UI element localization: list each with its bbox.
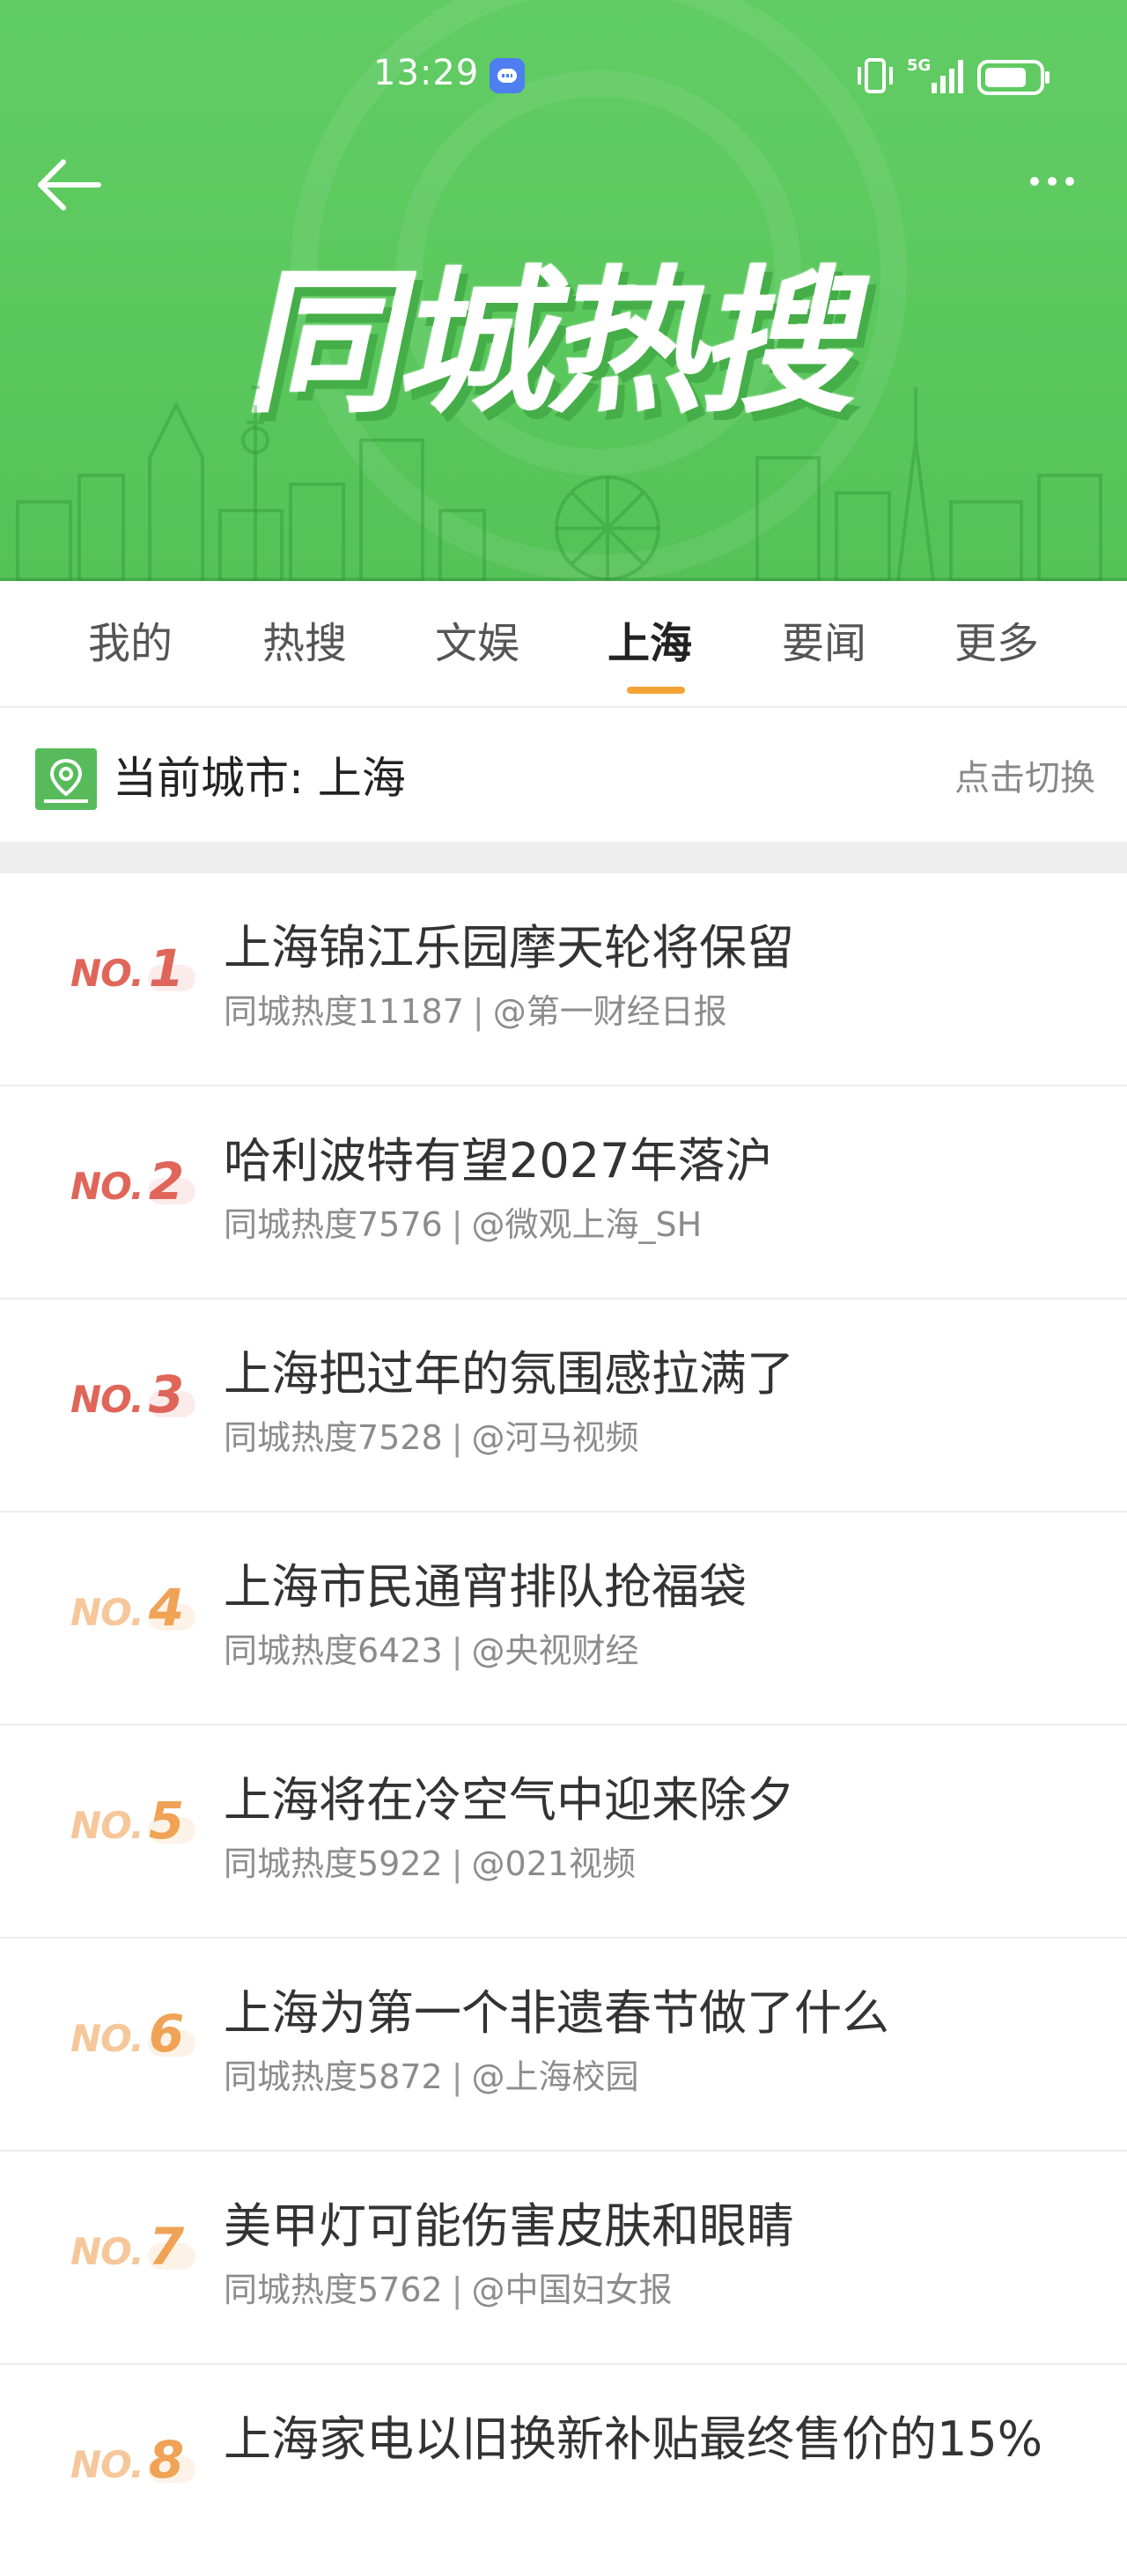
- item-title: 上海将在冷空气中迎来除夕: [224, 1772, 794, 1828]
- rank-badge: NO. 8: [70, 2430, 195, 2500]
- rank-prefix: NO.: [70, 1591, 144, 1634]
- list-item[interactable]: NO. 1 上海锦江乐园摩天轮将保留 同城热度11187 | @第一财经日报: [0, 873, 1127, 1086]
- more-icon[interactable]: [1030, 173, 1092, 199]
- source-account: @第一财经日报: [492, 992, 727, 1031]
- list-item[interactable]: NO. 5 上海将在冷空气中迎来除夕 同城热度5922 | @021视频: [0, 1726, 1127, 1939]
- switch-city-button[interactable]: 点击切换: [954, 708, 1095, 849]
- tab-mine[interactable]: 我的: [69, 581, 192, 706]
- heat-value: 同城热度5872: [224, 2057, 443, 2096]
- list-item[interactable]: NO. 6 上海为第一个非遗春节做了什么 同城热度5872 | @上海校园: [0, 1939, 1127, 2152]
- source-account: @上海校园: [471, 2057, 639, 2096]
- item-title: 美甲灯可能伤害皮肤和眼睛: [224, 2198, 794, 2254]
- item-meta: 同城热度7528 | @河马视频: [224, 1410, 639, 1459]
- item-title: 哈利波特有望2027年落沪: [224, 1133, 773, 1189]
- source-account: @河马视频: [471, 1418, 639, 1457]
- meta-separator: |: [451, 2057, 463, 2096]
- item-meta: 同城热度5922 | @021视频: [224, 1836, 636, 1885]
- tab-label: 文娱: [434, 619, 519, 668]
- back-arrow-icon[interactable]: [33, 157, 104, 213]
- rank-badge: NO. 7: [70, 2217, 195, 2287]
- tab-more[interactable]: 更多: [935, 581, 1058, 706]
- tab-label: 我的: [87, 619, 173, 668]
- rank-badge: NO. 4: [70, 1578, 195, 1648]
- rank-badge: NO. 2: [70, 1152, 195, 1222]
- item-title: 上海为第一个非遗春节做了什么: [224, 1985, 889, 2041]
- current-city-row: 当前城市: 上海 点击切换: [0, 708, 1127, 842]
- hot-search-list: NO. 1 上海锦江乐园摩天轮将保留 同城热度11187 | @第一财经日报 NO. 2…: [0, 873, 1127, 2576]
- item-meta: 同城热度6423 | @央视财经: [224, 1623, 639, 1672]
- item-meta: [224, 2476, 241, 2514]
- tab-label: 上海: [607, 619, 692, 668]
- rank-badge: NO. 1: [70, 938, 195, 1009]
- location-pin-icon: [35, 748, 97, 810]
- rank-prefix: NO.: [70, 952, 144, 995]
- tab-news[interactable]: 要闻: [762, 581, 886, 706]
- item-meta: 同城热度5872 | @上海校园: [224, 2050, 639, 2098]
- rank-badge: NO. 6: [70, 2004, 195, 2074]
- item-title: 上海家电以旧换新补贴最终售价的15%: [224, 2411, 1043, 2467]
- current-city-label: 当前城市: 上海: [113, 753, 406, 804]
- message-icon: [490, 58, 525, 93]
- item-title: 上海市民通宵排队抢福袋: [224, 1559, 747, 1615]
- rank-prefix: NO.: [70, 2230, 144, 2273]
- rank-badge: NO. 5: [70, 1791, 195, 1861]
- source-account: @021视频: [471, 1844, 637, 1883]
- status-time: 13:29: [373, 53, 480, 93]
- tab-hot[interactable]: 热搜: [243, 581, 366, 706]
- heat-value: 同城热度5762: [224, 2271, 443, 2309]
- rank-prefix: NO.: [70, 2017, 144, 2060]
- tab-label: 更多: [954, 619, 1039, 668]
- battery-icon: [977, 60, 1050, 95]
- item-title: 上海锦江乐园摩天轮将保留: [224, 920, 794, 975]
- header-banner: 13:29 5G 同城热搜: [0, 0, 1127, 581]
- list-item[interactable]: NO. 4 上海市民通宵排队抢福袋 同城热度6423 | @央视财经: [0, 1512, 1127, 1726]
- category-tabs: 我的 热搜 文娱 上海 要闻 更多: [0, 581, 1127, 708]
- tab-label: 要闻: [781, 619, 866, 668]
- rank-prefix: NO.: [70, 1165, 144, 1208]
- meta-separator: |: [472, 992, 484, 1031]
- heat-value: 同城热度11187: [224, 992, 464, 1031]
- heat-value: 同城热度7528: [224, 1418, 443, 1457]
- vibrate-icon: [858, 58, 893, 93]
- source-account: @央视财经: [471, 1631, 639, 1670]
- rank-badge: NO. 3: [70, 1365, 195, 1435]
- signal-icon: 5G: [907, 56, 963, 93]
- list-item[interactable]: NO. 3 上海把过年的氛围感拉满了 同城热度7528 | @河马视频: [0, 1299, 1127, 1512]
- list-item[interactable]: NO. 2 哈利波特有望2027年落沪 同城热度7576 | @微观上海_SH: [0, 1086, 1127, 1299]
- status-bar: 13:29 5G: [0, 51, 1127, 104]
- list-item[interactable]: NO. 7 美甲灯可能伤害皮肤和眼睛 同城热度5762 | @中国妇女报: [0, 2152, 1127, 2365]
- meta-separator: |: [451, 1844, 463, 1883]
- meta-separator: |: [451, 1631, 463, 1670]
- item-meta: 同城热度7576 | @微观上海_SH: [224, 1197, 702, 1246]
- tab-shanghai[interactable]: 上海: [588, 581, 711, 706]
- rank-prefix: NO.: [70, 2443, 144, 2486]
- heat-value: 同城热度7576: [224, 1205, 443, 1244]
- item-meta: 同城热度5762 | @中国妇女报: [224, 2263, 673, 2311]
- rank-prefix: NO.: [70, 1804, 144, 1847]
- tab-entertainment[interactable]: 文娱: [416, 581, 539, 706]
- list-item[interactable]: NO. 8 上海家电以旧换新补贴最终售价的15%: [0, 2365, 1127, 2576]
- meta-separator: |: [451, 1418, 463, 1457]
- source-account: @微观上海_SH: [471, 1205, 703, 1244]
- source-account: @中国妇女报: [471, 2271, 673, 2309]
- meta-separator: |: [451, 1205, 463, 1244]
- meta-separator: |: [451, 2271, 463, 2309]
- item-meta: 同城热度11187 | @第一财经日报: [224, 984, 727, 1033]
- tab-label: 热搜: [261, 619, 347, 668]
- item-title: 上海把过年的氛围感拉满了: [224, 1346, 794, 1402]
- heat-value: 同城热度5922: [224, 1844, 443, 1883]
- rank-prefix: NO.: [70, 1378, 144, 1421]
- city-skyline-decoration: [0, 386, 1127, 581]
- network-label: 5G: [907, 56, 931, 75]
- heat-value: 同城热度6423: [224, 1631, 443, 1670]
- tab-active-indicator: [627, 687, 685, 694]
